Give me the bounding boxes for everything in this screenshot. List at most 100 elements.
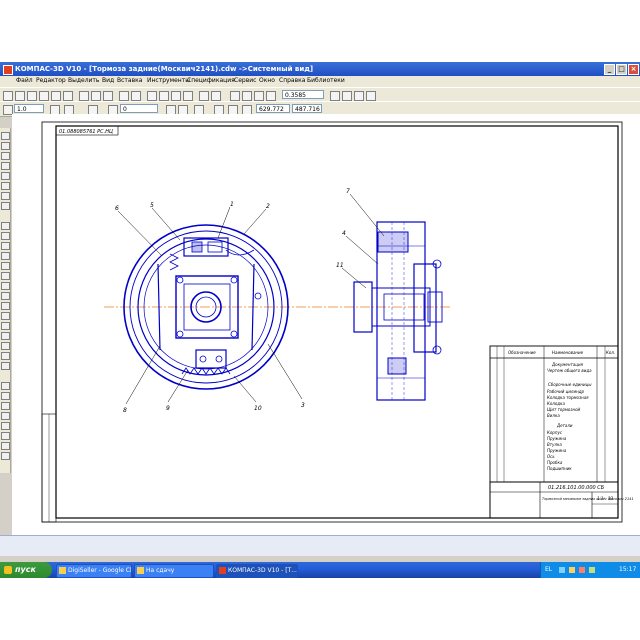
zoom-window-icon[interactable] xyxy=(230,91,240,101)
associative-view-icon[interactable] xyxy=(1,202,10,210)
dimension-tool-icon[interactable] xyxy=(1,142,10,150)
callout-11: 11 xyxy=(336,262,344,269)
redraw-icon[interactable] xyxy=(366,91,376,101)
coord-y-field[interactable]: 487.716 xyxy=(292,104,322,113)
spec-row-1: Чертеж общего вида xyxy=(547,368,592,373)
contour-icon[interactable] xyxy=(1,342,10,350)
menu-window[interactable]: Окно xyxy=(259,77,275,84)
tool-extra-6-icon[interactable] xyxy=(1,432,10,440)
point-icon[interactable] xyxy=(1,222,10,230)
cut-icon[interactable] xyxy=(79,91,89,101)
layers-icon[interactable] xyxy=(199,91,209,101)
arc-icon[interactable] xyxy=(1,262,10,270)
tool-extra-5-icon[interactable] xyxy=(1,422,10,430)
open-icon[interactable] xyxy=(15,91,25,101)
language-indicator[interactable]: EL xyxy=(545,562,552,578)
spec-row-13: Подшипник xyxy=(547,466,572,471)
rectangle-icon[interactable] xyxy=(1,282,10,290)
tool-extra-2-icon[interactable] xyxy=(1,392,10,400)
menu-specification[interactable]: Спецификация xyxy=(187,77,235,84)
library-icon[interactable] xyxy=(159,91,169,101)
line-style-field[interactable]: 1.0 xyxy=(14,104,44,113)
tool-extra-7-icon[interactable] xyxy=(1,442,10,450)
measure-tool-icon[interactable] xyxy=(1,182,10,190)
minimize-button[interactable]: _ xyxy=(604,64,615,75)
spec-header-qty: Кол. xyxy=(606,350,615,355)
spline-icon[interactable] xyxy=(1,302,10,310)
menu-insert[interactable]: Вставка xyxy=(117,77,142,84)
zoom-out-icon[interactable] xyxy=(254,91,264,101)
chamfer-icon[interactable] xyxy=(1,322,10,330)
coord-x-field[interactable]: 629.772 xyxy=(256,104,290,113)
zoom-dynamic-icon[interactable] xyxy=(266,91,276,101)
measure-icon[interactable] xyxy=(183,91,193,101)
paste-icon[interactable] xyxy=(103,91,113,101)
menu-tools[interactable]: Инструменты xyxy=(147,77,190,84)
aux-line-icon[interactable] xyxy=(1,242,10,250)
drawing-canvas[interactable]: 01.088085761 РС.НЦ 6 5 1 2 3 8 9 10 7 4 … xyxy=(12,114,640,552)
new-icon[interactable] xyxy=(3,91,13,101)
callout-4: 4 xyxy=(342,230,346,237)
close-button[interactable]: × xyxy=(628,64,639,75)
task-browser[interactable]: DigiSeller - Google Ch... xyxy=(56,564,132,578)
geometry-tool-icon[interactable] xyxy=(1,132,10,140)
undo-icon[interactable] xyxy=(119,91,129,101)
help-icon[interactable] xyxy=(211,91,221,101)
properties-icon[interactable] xyxy=(63,91,73,101)
preview-icon[interactable] xyxy=(51,91,61,101)
tool-extra-8-icon[interactable] xyxy=(1,452,10,460)
equidistant-icon[interactable] xyxy=(1,352,10,360)
notation-tool-icon[interactable] xyxy=(1,152,10,160)
tray-icon-4[interactable] xyxy=(589,567,595,573)
polygon-icon[interactable] xyxy=(1,292,10,300)
variables-icon[interactable] xyxy=(171,91,181,101)
hatch-icon[interactable] xyxy=(1,332,10,340)
menu-help[interactable]: Справка xyxy=(279,77,305,84)
tray-icon-3[interactable] xyxy=(579,567,585,573)
task-folder[interactable]: На сдачу xyxy=(134,564,214,578)
layer-field[interactable]: 0 xyxy=(120,104,158,113)
start-button[interactable]: пуск xyxy=(0,562,52,578)
select-tool-icon[interactable] xyxy=(1,192,10,200)
menu-view[interactable]: Вид xyxy=(102,77,114,84)
save-icon[interactable] xyxy=(27,91,37,101)
menu-edit[interactable]: Редактор xyxy=(36,77,66,84)
system-tray: EL 15:17 xyxy=(540,562,640,578)
zoom-field[interactable]: 0.3585 xyxy=(282,90,324,99)
sheet-inner-frame xyxy=(55,125,619,519)
refresh-icon[interactable] xyxy=(354,91,364,101)
show-all-icon[interactable] xyxy=(342,91,352,101)
menu-select[interactable]: Выделить xyxy=(68,77,99,84)
callout-3: 3 xyxy=(301,402,305,409)
ellipse-icon[interactable] xyxy=(1,272,10,280)
menu-service[interactable]: Сервис xyxy=(234,77,256,84)
tool-extra-1-icon[interactable] xyxy=(1,382,10,390)
parametric-tool-icon[interactable] xyxy=(1,172,10,180)
spec-section-parts: Детали xyxy=(556,423,573,428)
callout-5: 5 xyxy=(150,202,154,209)
print-icon[interactable] xyxy=(39,91,49,101)
tool-extra-4-icon[interactable] xyxy=(1,412,10,420)
tray-icon-2[interactable] xyxy=(569,567,575,573)
menu-file[interactable]: Файл xyxy=(16,77,33,84)
fillet-icon[interactable] xyxy=(1,312,10,320)
title-block-code: 01.216.101.00.000 СБ xyxy=(548,485,605,491)
zoom-in-icon[interactable] xyxy=(242,91,252,101)
tray-icon-1[interactable] xyxy=(559,567,565,573)
redo-icon[interactable] xyxy=(131,91,141,101)
task-kompas-label: КОМПАС-3D V10 - [Т... xyxy=(228,567,297,574)
maximize-button[interactable]: □ xyxy=(616,64,627,75)
spec-row-11: Ось xyxy=(547,454,555,459)
taskbar: пуск DigiSeller - Google Ch... На сдачу … xyxy=(0,562,640,578)
tool-extra-3-icon[interactable] xyxy=(1,402,10,410)
pan-icon[interactable] xyxy=(330,91,340,101)
circle-icon[interactable] xyxy=(1,252,10,260)
collection-icon[interactable] xyxy=(1,362,10,370)
copy-icon[interactable] xyxy=(91,91,101,101)
edit-tool-icon[interactable] xyxy=(1,162,10,170)
segment-icon[interactable] xyxy=(1,232,10,240)
menu-libraries[interactable]: Библиотеки xyxy=(307,77,345,84)
task-kompas[interactable]: КОМПАС-3D V10 - [Т... xyxy=(216,564,298,578)
spec-row-12: Пробка xyxy=(547,460,563,465)
manager-icon[interactable] xyxy=(147,91,157,101)
